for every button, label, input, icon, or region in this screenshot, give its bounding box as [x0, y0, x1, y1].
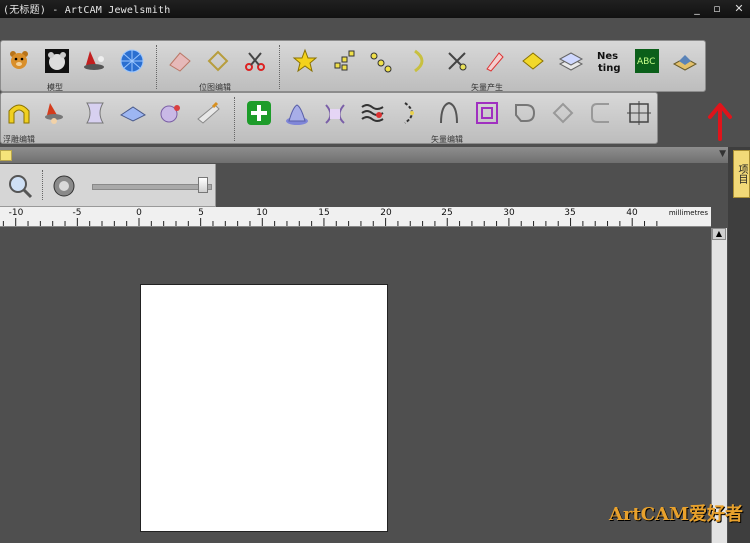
zoom-slider-thumb[interactable] [198, 177, 208, 193]
arc-vector-icon[interactable] [405, 47, 433, 75]
ruler-tick-label: 0 [136, 208, 142, 218]
toolbar-row-1: 模型 位图编辑 Nes ting ABC 矢量产生 [0, 40, 706, 92]
node-edit-icon[interactable] [397, 99, 425, 127]
ruler-tick-label: 20 [380, 208, 392, 218]
relief-sphere-icon[interactable] [157, 99, 185, 127]
ruler-unit-label: millimetres [668, 209, 708, 217]
zoom-slider[interactable] [92, 184, 212, 190]
ruler-tick-label: -10 [8, 208, 24, 218]
ruler-tick-label: -5 [72, 208, 82, 218]
toolbar-row-2: 浮雕编辑 矢量编辑 [0, 92, 658, 144]
drawing-canvas[interactable] [140, 284, 388, 532]
minimize-icon[interactable]: _ [688, 1, 706, 16]
relief-wizard-icon[interactable] [41, 99, 69, 127]
view-toolbar [0, 164, 216, 207]
star-vector-icon[interactable] [291, 47, 319, 75]
ruler-tick-label: 40 [626, 208, 638, 218]
horizontal-ruler: -10 -5 0 5 10 15 20 25 30 35 40 millimet… [0, 207, 711, 227]
add-vector-icon[interactable] [245, 99, 273, 127]
toolbar-separator [279, 45, 280, 89]
project-tab-bar: ▼ [0, 147, 730, 163]
svg-text:Nes: Nes [597, 51, 618, 62]
vertical-scrollbar[interactable]: ▲ [711, 228, 727, 543]
restore-icon[interactable]: ▫ [708, 1, 726, 16]
toolbar2-group2-label: 矢量编辑 [431, 135, 463, 144]
scroll-up-icon[interactable]: ▲ [712, 228, 726, 240]
relief-arch-icon[interactable] [5, 99, 33, 127]
pen-draw-icon[interactable] [481, 47, 509, 75]
bell-shape-icon[interactable] [435, 99, 463, 127]
title-bar: (无标题) - ArtCAM Jewelsmith _ ▫ ✕ [0, 0, 750, 18]
toolbar-separator [156, 45, 157, 89]
layers-icon[interactable] [557, 47, 585, 75]
weld-vector-icon[interactable] [511, 99, 539, 127]
bitmap-shape-icon[interactable] [204, 47, 232, 75]
toolbar-separator [42, 170, 43, 200]
svg-text:ting: ting [598, 63, 621, 74]
close-icon[interactable]: ✕ [730, 1, 748, 16]
wave-vector-icon[interactable] [359, 99, 387, 127]
ruler-tick-label: 30 [503, 208, 515, 218]
text-vector-icon[interactable]: ABC [633, 47, 661, 75]
bear-model-icon[interactable] [5, 47, 33, 75]
relief-smooth-icon[interactable] [195, 99, 223, 127]
zoom-icon[interactable] [6, 172, 34, 200]
bear-bw-model-icon[interactable] [43, 47, 71, 75]
circle-nodes-icon[interactable] [367, 47, 395, 75]
right-panel-strip [728, 147, 750, 543]
toolbar-separator [234, 97, 235, 141]
bitmap-edit-icon[interactable] [166, 47, 194, 75]
fill-vector-icon[interactable] [519, 47, 547, 75]
ruler-tick-label: 10 [256, 208, 268, 218]
ruler-tick-label: 15 [318, 208, 330, 218]
transform-vector-icon[interactable] [625, 99, 653, 127]
svg-text:ABC: ABC [637, 57, 655, 67]
cut-nodes-icon[interactable] [443, 47, 471, 75]
project-tab-marker[interactable] [0, 150, 12, 161]
toolbar2-group1-label: 浮雕编辑 [3, 135, 35, 144]
relief-plane-icon[interactable] [119, 99, 147, 127]
annotation-arrow-icon [708, 103, 732, 141]
project-side-tab[interactable]: 项目 [733, 150, 750, 198]
offset-vector-icon[interactable] [473, 99, 501, 127]
render-icon[interactable] [50, 172, 78, 200]
wizard-model-icon[interactable] [81, 47, 109, 75]
ruler-tick-label: 5 [198, 208, 204, 218]
extrude-icon[interactable] [321, 99, 349, 127]
ruler-tick-label: 35 [564, 208, 576, 218]
chevron-down-icon[interactable]: ▼ [719, 149, 726, 159]
fillet-icon[interactable] [549, 99, 577, 127]
watermark-logo: ArtCAM爱好者 [609, 504, 743, 525]
nesting-icon[interactable]: Nes ting [595, 47, 623, 75]
ruler-ticks [2, 218, 658, 226]
window-title: (无标题) - ArtCAM Jewelsmith [3, 5, 171, 16]
bitmap-scissors-icon[interactable] [241, 47, 269, 75]
ruler-tick-label: 25 [441, 208, 453, 218]
mesh-sphere-icon[interactable] [118, 47, 146, 75]
node-grid-icon[interactable] [331, 47, 359, 75]
relief-warp-icon[interactable] [81, 99, 109, 127]
trim-vector-icon[interactable] [587, 99, 615, 127]
relief-layer-icon[interactable] [671, 47, 699, 75]
revolve-icon[interactable] [283, 99, 311, 127]
